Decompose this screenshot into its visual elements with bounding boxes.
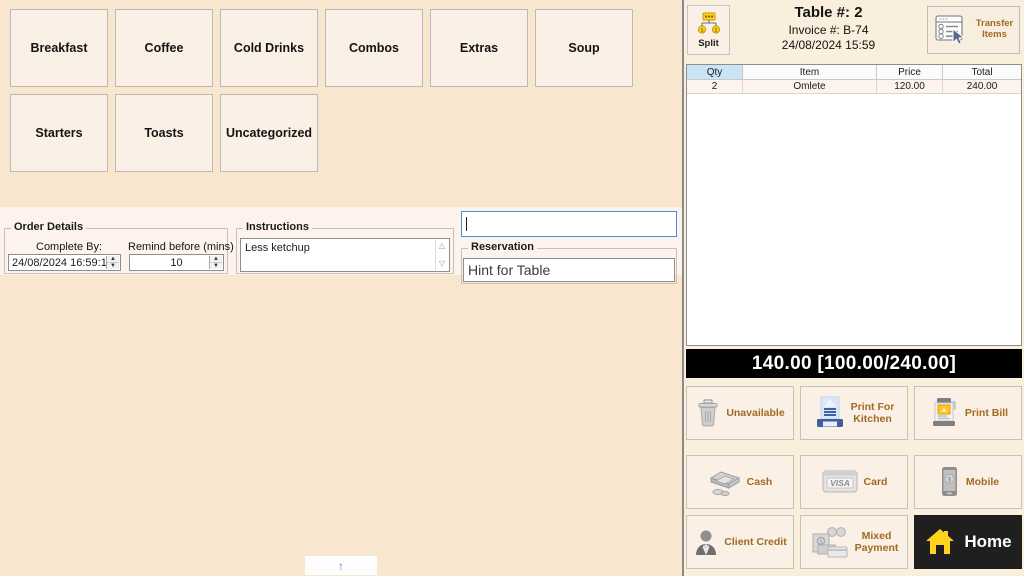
spinner-up-icon[interactable]: ▲ [210, 256, 222, 263]
instructions-value: Less ketchup [245, 242, 310, 254]
mobile-payment-icon: $ [937, 466, 961, 498]
order-items-body: 2Omlete120.00240.00 [687, 80, 1021, 94]
order-details-legend: Order Details [11, 221, 86, 233]
mixed-payment-label: MixedPayment [855, 530, 899, 554]
order-total-bar: 140.00 [100.00/240.00] [686, 349, 1022, 378]
spinner-up-icon[interactable]: ▲ [107, 256, 119, 263]
category-button[interactable]: Breakfast [10, 9, 108, 87]
invoice-number: Invoice #: B-74 [736, 23, 921, 37]
complete-by-spinner[interactable]: ▲ ▼ [106, 256, 119, 269]
order-header: $ $ Split Table #: 2 Invoice #: B-74 24/… [684, 0, 1024, 62]
remind-before-value: 10 [170, 257, 182, 269]
order-item-item: Omlete [743, 80, 877, 93]
print-for-kitchen-button[interactable]: Print ForKitchen [800, 386, 908, 440]
category-area: BreakfastCoffeeCold DrinksCombosExtrasSo… [0, 0, 682, 180]
client-credit-button[interactable]: Client Credit [686, 515, 794, 569]
transfer-items-button[interactable]: TransferItems [927, 6, 1020, 54]
home-label: Home [964, 532, 1011, 552]
reservation-placeholder: Hint for Table [468, 262, 550, 278]
home-icon [924, 527, 956, 557]
pos-application: BreakfastCoffeeCold DrinksCombosExtrasSo… [0, 0, 1024, 576]
category-button[interactable]: Coffee [115, 9, 213, 87]
remind-before-input[interactable]: 10 ▲ ▼ [129, 254, 224, 271]
category-button[interactable]: Uncategorized [220, 94, 318, 172]
table-number: Table #: 2 [736, 4, 921, 21]
print-for-kitchen-label: Print ForKitchen [851, 401, 895, 425]
scroll-up-button[interactable]: ↑ [305, 556, 377, 575]
category-button[interactable]: Cold Drinks [220, 9, 318, 87]
svg-text:$: $ [947, 477, 951, 484]
text-caret [466, 217, 467, 231]
category-button[interactable]: Extras [430, 9, 528, 87]
left-pane: BreakfastCoffeeCold DrinksCombosExtrasSo… [0, 0, 682, 576]
payment-row-1: Cash VISA Card $ Mobi [686, 455, 1022, 509]
category-button[interactable]: Starters [10, 94, 108, 172]
complete-by-label: Complete By: [36, 241, 102, 253]
column-header[interactable]: Price [877, 65, 943, 79]
order-item-qty: 2 [687, 80, 743, 93]
print-kitchen-icon [814, 396, 846, 430]
complete-by-input[interactable]: 24/08/2024 16:59:16 ▲ ▼ [8, 254, 121, 271]
split-label: Split [698, 38, 719, 49]
category-button[interactable]: Combos [325, 9, 423, 87]
order-item-row[interactable]: 2Omlete120.00240.00 [687, 80, 1021, 94]
card-button[interactable]: VISA Card [800, 455, 908, 509]
complete-by-value: 24/08/2024 16:59:16 [12, 257, 113, 269]
category-button[interactable]: Toasts [115, 94, 213, 172]
order-header-info: Table #: 2 Invoice #: B-74 24/08/2024 15… [736, 4, 921, 52]
unavailable-label: Unavailable [726, 407, 784, 419]
scroll-down-icon[interactable]: ▽ [436, 260, 448, 268]
column-header[interactable]: Item [743, 65, 877, 79]
print-bill-label: Print Bill [965, 407, 1008, 419]
client-credit-label: Client Credit [724, 536, 786, 548]
svg-text:$: $ [700, 28, 703, 34]
order-item-price: 120.00 [877, 80, 943, 93]
instructions-legend: Instructions [243, 221, 312, 233]
spinner-down-icon[interactable]: ▼ [210, 263, 222, 269]
order-pane: $ $ Split Table #: 2 Invoice #: B-74 24/… [684, 0, 1024, 576]
mixed-payment-icon: $ [810, 526, 850, 558]
reservation-legend: Reservation [468, 241, 537, 253]
mixed-payment-button[interactable]: $ MixedPayment [800, 515, 908, 569]
unavailable-button[interactable]: Unavailable [686, 386, 794, 440]
remind-before-label: Remind before (mins) [128, 241, 234, 253]
transfer-items-icon [933, 12, 971, 48]
visa-brand-text: VISA [830, 478, 850, 488]
split-button[interactable]: $ $ Split [687, 5, 730, 55]
transfer-items-label: TransferItems [975, 19, 1014, 41]
print-bill-button[interactable]: Print Bill [914, 386, 1022, 440]
credit-card-icon: VISA [821, 468, 859, 496]
scroll-up-icon[interactable]: △ [436, 242, 448, 250]
trash-icon [695, 398, 721, 428]
category-button[interactable]: Soup [535, 9, 633, 87]
category-grid: BreakfastCoffeeCold DrinksCombosExtrasSo… [10, 9, 670, 172]
instructions-scrollbar[interactable]: △ ▽ [435, 240, 448, 270]
order-total-value: 140.00 [100.00/240.00] [752, 353, 956, 375]
search-input[interactable] [461, 211, 677, 237]
order-item-total: 240.00 [943, 80, 1021, 93]
action-button-row: Unavailable Print ForKitchen [686, 386, 1022, 440]
cash-icon [708, 467, 742, 497]
order-items-header: QtyItemPriceTotal [687, 65, 1021, 80]
spinner-down-icon[interactable]: ▼ [107, 263, 119, 269]
cash-label: Cash [747, 476, 773, 488]
instructions-textarea[interactable]: Less ketchup △ ▽ [240, 238, 450, 272]
client-credit-icon [693, 527, 719, 557]
mobile-label: Mobile [966, 476, 999, 488]
payment-row-2: Client Credit $ MixedPayment [686, 515, 1022, 569]
print-bill-icon [928, 396, 960, 430]
svg-text:$: $ [714, 28, 717, 34]
home-button[interactable]: Home [914, 515, 1022, 569]
card-label: Card [864, 476, 888, 488]
remind-before-spinner[interactable]: ▲ ▼ [209, 256, 222, 269]
order-datetime: 24/08/2024 15:59 [736, 38, 921, 52]
mobile-button[interactable]: $ Mobile [914, 455, 1022, 509]
split-icon: $ $ [696, 11, 722, 37]
arrow-up-icon: ↑ [338, 559, 344, 573]
order-items-table[interactable]: QtyItemPriceTotal 2Omlete120.00240.00 [686, 64, 1022, 346]
column-header[interactable]: Qty [687, 65, 743, 79]
cash-button[interactable]: Cash [686, 455, 794, 509]
reservation-input[interactable]: Hint for Table [463, 258, 675, 282]
column-header[interactable]: Total [943, 65, 1021, 79]
